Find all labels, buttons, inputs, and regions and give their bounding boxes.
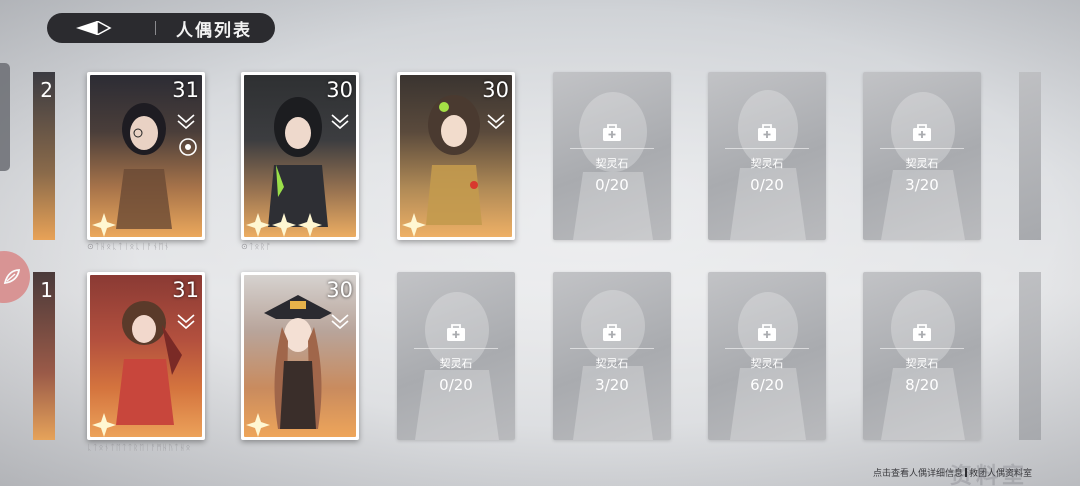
moon-badge-icon: [179, 138, 197, 156]
doll-level: 30: [326, 78, 353, 102]
doll-card[interactable]: 31: [87, 72, 205, 240]
doll-card[interactable]: 30: [241, 72, 359, 240]
doll-card[interactable]: 31: [87, 272, 205, 440]
star-icon: [92, 213, 116, 237]
unlock-item-count: 3/20: [595, 376, 629, 394]
star-rating: [91, 212, 117, 238]
unlock-progress: 契灵石 3/20: [863, 122, 981, 194]
unlock-item-count: 0/20: [439, 376, 473, 394]
rank-chevron-icon: [177, 114, 195, 130]
page-title: 人偶列表: [176, 20, 252, 41]
filter-button[interactable]: [0, 251, 30, 303]
locked-doll-card[interactable]: 契灵石 8/20: [863, 272, 981, 440]
unlock-item-name: 契灵石: [439, 357, 473, 370]
header-divider: [155, 21, 156, 35]
lock-box-icon: [758, 324, 776, 341]
unlock-item-name: 契灵石: [595, 157, 629, 170]
footer-hint: 点击查看人偶详细信息 救团人偶资料室: [873, 466, 1032, 479]
star-rating: [401, 212, 427, 238]
rank-chevron-icon: [177, 314, 195, 330]
rank-chevron-icon: [331, 114, 349, 130]
footer-separator: [964, 468, 967, 477]
divider: [880, 348, 964, 349]
unlock-progress: 契灵石 0/20: [553, 122, 671, 194]
doll-card-partial[interactable]: 2: [33, 72, 55, 240]
side-drawer-handle[interactable]: [0, 63, 10, 171]
unlock-item-count: 8/20: [905, 376, 939, 394]
unlock-progress: 契灵石 3/20: [553, 322, 671, 394]
divider: [880, 148, 964, 149]
doll-card-partial[interactable]: 1: [33, 272, 55, 440]
unlock-progress: 契灵石 0/20: [708, 122, 826, 194]
locked-doll-card[interactable]: 契灵石 0/20: [397, 272, 515, 440]
lock-box-icon: [447, 324, 465, 341]
doll-card[interactable]: 30: [397, 72, 515, 240]
star-rating: [91, 412, 117, 438]
locked-doll-card[interactable]: 契灵石 3/20: [553, 272, 671, 440]
back-button[interactable]: [47, 13, 147, 43]
lock-box-icon: [913, 324, 931, 341]
doll-signature: ᚳᛏᛟᚾᛏᛖᛏᛏᚱᛖᛁᚨᛗᚺᚢᛏᚺᛟ: [87, 443, 192, 452]
doll-level: 1: [40, 278, 53, 302]
doll-level: 31: [172, 78, 199, 102]
top-bar: 人偶列表: [47, 13, 275, 43]
doll-level: 30: [482, 78, 509, 102]
lock-box-icon: [603, 124, 621, 141]
unlock-progress: 契灵石 0/20: [397, 322, 515, 394]
locked-doll-card-partial[interactable]: [1019, 72, 1041, 240]
unlock-item-name: 契灵石: [750, 157, 784, 170]
star-icon: [246, 213, 270, 237]
unlock-item-name: 契灵石: [905, 157, 939, 170]
unlock-item-name: 契灵石: [595, 357, 629, 370]
doll-level: 2: [40, 78, 53, 102]
unlock-progress: 契灵石 8/20: [863, 322, 981, 394]
rank-chevron-icon: [487, 114, 505, 130]
diamond-back-icon: [76, 21, 112, 35]
divider: [414, 348, 498, 349]
divider: [570, 148, 654, 149]
rank-chevron-icon: [331, 314, 349, 330]
locked-doll-card[interactable]: 契灵石 0/20: [553, 72, 671, 240]
doll-signature: ⊙ᛏᛟᚱᚩ: [241, 242, 272, 251]
divider: [725, 348, 809, 349]
hint-text: 点击查看人偶详细信息: [872, 469, 963, 479]
star-icon: [272, 213, 296, 237]
star-rating: [245, 212, 323, 238]
doll-signature: ⊙ᛏᚺᛟᚳᛏᛁᛟᚳᛁᚨᚾᛖᚾ: [87, 242, 171, 251]
unlock-item-name: 契灵石: [750, 357, 784, 370]
star-icon: [92, 413, 116, 437]
lock-box-icon: [603, 324, 621, 341]
locked-doll-card[interactable]: 契灵石 0/20: [708, 72, 826, 240]
star-icon: [246, 413, 270, 437]
lock-box-icon: [913, 124, 931, 141]
star-icon: [402, 213, 426, 237]
locked-doll-card-partial[interactable]: [1019, 272, 1041, 440]
unlock-item-count: 0/20: [750, 176, 784, 194]
divider: [570, 348, 654, 349]
locked-doll-card[interactable]: 契灵石 3/20: [863, 72, 981, 240]
unlock-item-count: 0/20: [595, 176, 629, 194]
leaf-filter-icon: [3, 269, 21, 285]
unlock-item-count: 3/20: [905, 176, 939, 194]
doll-level: 30: [326, 278, 353, 302]
unlock-item-name: 契灵石: [905, 357, 939, 370]
doll-card[interactable]: 30: [241, 272, 359, 440]
location-text: 救团人偶资料室: [968, 469, 1032, 479]
locked-doll-card[interactable]: 契灵石 6/20: [708, 272, 826, 440]
star-icon: [298, 213, 322, 237]
unlock-progress: 契灵石 6/20: [708, 322, 826, 394]
doll-level: 31: [172, 278, 199, 302]
unlock-item-count: 6/20: [750, 376, 784, 394]
divider: [725, 148, 809, 149]
star-rating: [245, 412, 271, 438]
lock-box-icon: [758, 124, 776, 141]
